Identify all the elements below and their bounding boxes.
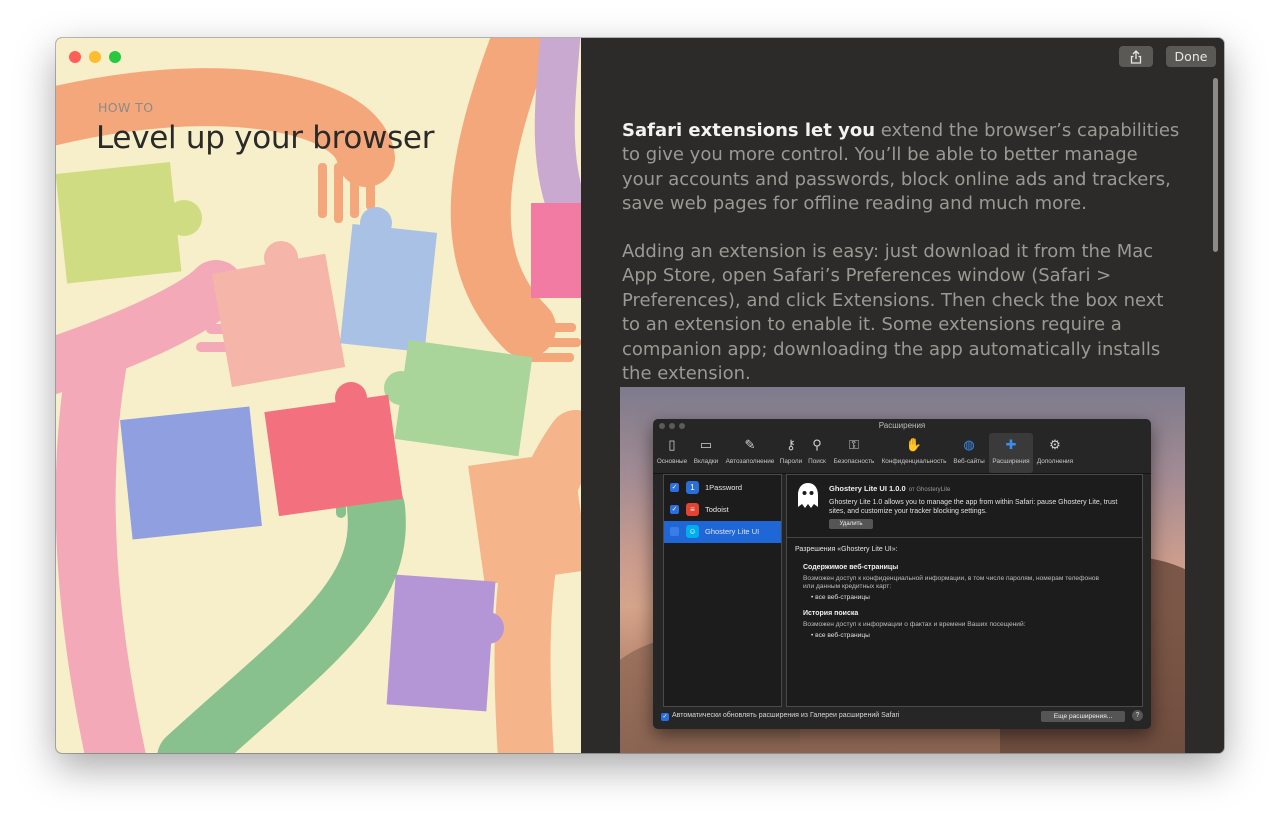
tab-label: Основные	[656, 458, 688, 465]
tab-search[interactable]: ⚲ Поиск	[805, 433, 829, 473]
permission-bullet: • все веб-страницы	[811, 594, 870, 601]
preferences-window: Расширения ▯ Основные ▭ Вкладки ✎ Автоза…	[653, 419, 1151, 729]
article-content: Done Safari extensions let you extend th…	[581, 38, 1224, 753]
ghostery-icon: ☺	[686, 525, 699, 538]
tabs-icon: ▭	[699, 437, 713, 452]
tab-label: Автозаполнение	[725, 458, 775, 465]
extension-developer: от GhosteryLite	[908, 487, 951, 493]
preferences-toolbar: ▯ Основные ▭ Вкладки ✎ Автозаполнение ⚷ …	[653, 433, 1151, 474]
pencil-icon: ✎	[744, 437, 756, 452]
minimize-window-button[interactable]	[89, 51, 101, 63]
vertical-scrollbar[interactable]	[1213, 78, 1218, 252]
uninstall-button[interactable]: Удалить	[829, 519, 873, 529]
tab-advanced[interactable]: ⚙ Дополнения	[1034, 433, 1076, 473]
tab-label: Дополнения	[1036, 458, 1074, 465]
extension-title-text: Ghostery Lite UI 1.0.0	[829, 484, 906, 493]
share-button[interactable]	[1119, 46, 1153, 67]
extension-description: Ghostery Lite 1.0 allows you to manage t…	[829, 499, 1118, 515]
tab-extensions[interactable]: ✚ Расширения	[989, 433, 1033, 473]
extension-detail: Ghostery Lite UI 1.0.0 от GhosteryLite Gh…	[786, 474, 1143, 707]
extension-name: 1Password	[705, 483, 743, 492]
tab-label: Расширения	[992, 458, 1030, 465]
tab-websites[interactable]: ◍ Веб-сайты	[950, 433, 988, 473]
extensions-list: ✓ 1 1Password ✓ ≡ Todoist ☺ Ghostery Lit…	[663, 474, 782, 707]
article-window: HOW TO Level up your browser Done Safari…	[56, 38, 1224, 753]
illustration-panel: HOW TO Level up your browser	[56, 38, 581, 753]
safari-preferences-screenshot: Расширения ▯ Основные ▭ Вкладки ✎ Автоза…	[620, 387, 1185, 753]
share-icon	[1130, 49, 1142, 64]
extension-name: Ghostery Lite UI	[705, 527, 760, 536]
gear-icon: ⚙	[1049, 437, 1061, 452]
tab-passwords[interactable]: ⚷ Пароли	[778, 433, 804, 473]
permission-bullet: • все веб-страницы	[811, 632, 870, 639]
tab-autofill[interactable]: ✎ Автозаполнение	[723, 433, 777, 473]
list-item[interactable]: ✓ 1 1Password	[664, 477, 781, 499]
permission-heading: Содержимое веб-страницы	[803, 564, 899, 571]
extension-name: Todoist	[705, 505, 729, 514]
list-item[interactable]: ✓ ≡ Todoist	[664, 499, 781, 521]
article-title: Level up your browser	[96, 120, 435, 156]
permission-heading: История поиска	[803, 610, 859, 617]
puzzle-icon: ✚	[1005, 437, 1017, 452]
checkmark-icon[interactable]: ✓	[661, 713, 669, 721]
article-eyebrow: HOW TO	[98, 100, 154, 115]
extension-title: Ghostery Lite UI 1.0.0 от GhosteryLite	[829, 484, 950, 493]
permissions-title: Разрешения «Ghostery Lite UI»:	[795, 546, 898, 553]
todoist-icon: ≡	[686, 503, 699, 516]
zoom-window-button[interactable]	[109, 51, 121, 63]
key-icon: ⚷	[786, 437, 796, 452]
checkmark-icon[interactable]: ✓	[670, 505, 679, 514]
switch-icon: ▯	[668, 437, 676, 452]
magnifier-icon: ⚲	[812, 437, 822, 452]
tab-label: Безопасность	[833, 458, 875, 465]
tab-label: Вкладки	[693, 458, 719, 465]
tab-label: Пароли	[779, 458, 803, 465]
tab-label: Веб-сайты	[953, 458, 985, 465]
auto-update-label: Автоматически обновлять расширения из Га…	[672, 712, 900, 719]
tab-privacy[interactable]: ✋ Конфиденциальность	[879, 433, 949, 473]
article-paragraph-2: Adding an extension is easy: just downlo…	[622, 241, 1164, 385]
checkmark-icon[interactable]: ✓	[670, 483, 679, 492]
permission-text: Возможен доступ к информации о фактах и …	[803, 621, 1026, 628]
paragraph-lead: Safari extensions let you	[622, 120, 876, 141]
done-button[interactable]: Done	[1166, 46, 1216, 67]
divider	[787, 537, 1142, 538]
permission-text: Возможен доступ к конфиденциальной инфор…	[803, 575, 1100, 591]
lock-icon: ⚿	[849, 437, 859, 452]
list-item[interactable]: ☺ Ghostery Lite UI	[664, 521, 781, 543]
tab-security[interactable]: ⚿ Безопасность	[830, 433, 878, 473]
help-button[interactable]: ?	[1132, 710, 1143, 721]
tab-tabs[interactable]: ▭ Вкладки	[690, 433, 722, 473]
auto-update-option[interactable]: ✓ Автоматически обновлять расширения из Г…	[661, 712, 899, 721]
article-paragraph-1: Safari extensions let you extend the bro…	[622, 119, 1182, 217]
globe-icon: ◍	[963, 437, 975, 452]
tab-general[interactable]: ▯ Основные	[655, 433, 689, 473]
hand-icon: ✋	[905, 437, 923, 452]
ghostery-logo-icon	[798, 483, 818, 508]
1password-icon: 1	[686, 481, 699, 494]
more-extensions-button[interactable]: Еще расширения...	[1041, 711, 1125, 722]
tab-label: Поиск	[808, 458, 826, 465]
preferences-title: Расширения	[878, 421, 926, 430]
tab-label: Конфиденциальность	[881, 458, 947, 465]
close-window-button[interactable]	[69, 51, 81, 63]
checkbox-icon[interactable]	[670, 527, 679, 536]
